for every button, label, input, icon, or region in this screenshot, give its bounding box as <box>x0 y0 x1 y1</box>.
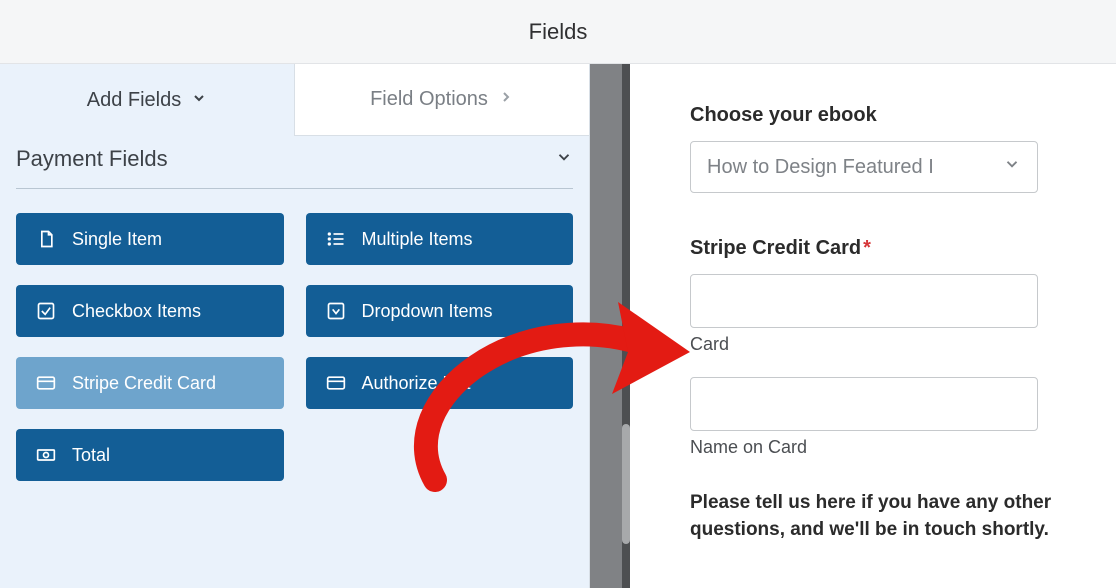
panel-tabs: Add Fields Field Options <box>0 64 589 136</box>
required-mark: * <box>863 237 871 259</box>
ebook-select[interactable]: How to Design Featured I <box>690 141 1038 193</box>
field-label: Single Item <box>72 229 162 250</box>
field-label: Multiple Items <box>362 229 473 250</box>
field-authorize-net[interactable]: Authorize.Net <box>306 357 574 409</box>
card-sublabel: Card <box>690 334 1080 355</box>
name-on-card-sublabel: Name on Card <box>690 437 1080 458</box>
section-header[interactable]: Payment Fields <box>0 136 589 172</box>
field-multiple-items[interactable]: Multiple Items <box>306 213 574 265</box>
form-preview: Choose your ebook How to Design Featured… <box>630 64 1116 588</box>
page-title: Fields <box>0 0 1116 64</box>
checkbox-icon <box>36 301 56 321</box>
caret-square-down-icon <box>326 301 346 321</box>
chevron-down-icon <box>555 146 573 172</box>
chevron-down-icon <box>191 89 207 112</box>
field-checkbox-items[interactable]: Checkbox Items <box>16 285 284 337</box>
stripe-label-row: Stripe Credit Card* <box>690 237 1080 260</box>
field-label: Dropdown Items <box>362 301 493 322</box>
card-input[interactable] <box>690 274 1038 328</box>
field-stripe-credit-card[interactable]: Stripe Credit Card <box>16 357 284 409</box>
left-panel: Add Fields Field Options Payment Fields <box>0 64 590 588</box>
stripe-label: Stripe Credit Card <box>690 237 861 259</box>
field-total[interactable]: Total <box>16 429 284 481</box>
ebook-label: Choose your ebook <box>690 104 1080 127</box>
tab-field-options[interactable]: Field Options <box>294 64 589 136</box>
list-icon <box>326 229 346 249</box>
field-label: Stripe Credit Card <box>72 373 216 394</box>
money-icon <box>36 445 56 465</box>
ebook-select-value: How to Design Featured I <box>707 156 934 179</box>
payment-fields-grid: Single Item Multiple Items Checkbox Item… <box>0 189 589 497</box>
name-on-card-input[interactable] <box>690 377 1038 431</box>
tab-field-options-label: Field Options <box>370 88 488 111</box>
credit-card-icon <box>326 373 346 393</box>
section-title: Payment Fields <box>16 146 168 172</box>
field-label: Authorize.Net <box>362 373 471 394</box>
tab-add-fields-label: Add Fields <box>87 89 182 112</box>
scrollbar[interactable] <box>590 64 630 588</box>
field-label: Total <box>72 445 110 466</box>
field-single-item[interactable]: Single Item <box>16 213 284 265</box>
chevron-right-icon <box>498 88 514 111</box>
tab-add-fields[interactable]: Add Fields <box>0 64 294 136</box>
file-icon <box>36 229 56 249</box>
workspace: Add Fields Field Options Payment Fields <box>0 64 1116 588</box>
chevron-down-icon <box>1003 155 1021 179</box>
field-dropdown-items[interactable]: Dropdown Items <box>306 285 574 337</box>
field-label: Checkbox Items <box>72 301 201 322</box>
credit-card-icon <box>36 373 56 393</box>
help-text: Please tell us here if you have any othe… <box>690 490 1080 543</box>
